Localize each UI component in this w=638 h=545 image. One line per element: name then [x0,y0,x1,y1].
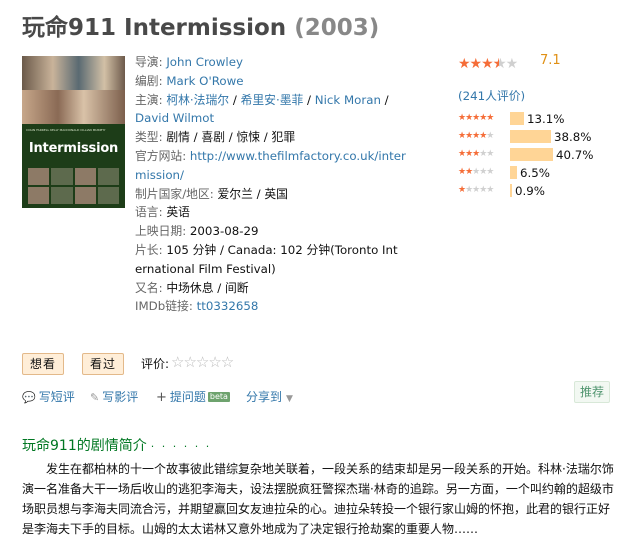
rate-label: 评价: [141,357,170,371]
writer-link[interactable]: Mark O'Rowe [166,74,243,88]
short-review-link[interactable]: 💬 写短评 [22,388,75,405]
director-link[interactable]: John Crowley [166,55,243,69]
info-writer: 编剧: Mark O'Rowe [135,72,435,91]
distribution-bar [510,166,517,179]
rating-panel: ★★★★★★ 7.1 (241人评价) ★★★★★ 13.1% ★★★★★ 38.8%… [458,53,618,198]
genre-label: 类型: [135,130,163,145]
language-label: 语言: [135,205,163,220]
website-label: 官方网站: [135,148,187,163]
page-title: 玩命911 Intermission (2003) [22,8,379,42]
imdb-label: IMDb链接: [135,299,193,314]
cast-link[interactable]: 柯林·法瑞尔 [166,93,229,107]
distribution-row: ★★★★★ 38.8% [458,129,628,144]
website-link[interactable]: http://www.thefilmfactory.co.uk/inter [190,149,406,163]
rating-stars-icon: ★★★★★★ [458,56,518,72]
votes-link[interactable]: (241人评价) [458,87,525,104]
language-value: 英语 [166,205,190,220]
runtime-value-cont: ernational Film Festival) [135,261,276,276]
plus-icon: + [156,390,167,405]
seen-button[interactable]: 看过 [82,353,125,375]
info-imdb: IMDb链接: tt0332658 [135,297,435,316]
distribution-row: ★★★★★ 0.9% [458,183,628,198]
distribution-percent: 13.1% [527,112,565,126]
pencil-icon: ✎ [90,391,100,404]
info-language: 语言: 英语 [135,203,435,222]
recommend-button[interactable]: 推荐 [574,381,611,403]
writer-label: 编剧: [135,73,163,88]
runtime-value: 105 分钟 / Canada: 102 分钟(Toronto Int [166,242,398,257]
movie-year: (2003) [294,15,380,41]
info-cast: 主演: 柯林·法瑞尔 / 希里安·墨菲 / Nick Moran / [135,92,389,107]
website-link-cont[interactable]: mission/ [135,168,184,182]
heading-dots: · · · · · · [150,440,212,453]
cast-link[interactable]: Nick Moran [315,93,381,107]
rate-stars-input[interactable]: ☆☆☆☆☆ [171,353,234,371]
poster-title: Intermission [28,141,119,156]
genre-value: 剧情 / 喜剧 / 惊悚 / 犯罪 [166,130,296,145]
movie-info: 导演: John Crowley 编剧: Mark O'Rowe 主演: 柯林·… [135,53,435,316]
poster-cast-line: COLIN FARRELL KELLY MACDONALD CILLIAN MU… [26,128,106,132]
distribution-bar [510,130,551,143]
beta-badge: beta [207,392,230,402]
distribution-stars-icon: ★★★★★ [458,113,494,123]
movie-name: 玩命911 Intermission [22,15,287,41]
comment-icon: 💬 [22,391,36,404]
distribution-stars-icon: ★★★★★ [458,131,494,141]
distribution-percent: 40.7% [556,148,594,162]
country-value: 爱尔兰 / 英国 [217,186,288,201]
distribution-row: ★★★★★ 6.5% [458,165,628,180]
distribution-stars-icon: ★★★★★ [458,149,494,159]
movie-poster[interactable]: COLIN FARRELL KELLY MACDONALD CILLIAN MU… [22,56,125,208]
wish-button[interactable]: 想看 [22,353,65,375]
distribution-stars-icon: ★★★★★ [458,185,494,195]
chevron-down-icon: ▼ [286,394,293,404]
director-label: 导演: [135,55,163,69]
distribution-percent: 6.5% [520,166,550,180]
info-cast-cont: David Wilmot [135,109,435,128]
summary-heading: 玩命911的剧情简介 · · · · · · [22,438,212,454]
info-country: 制片国家/地区: 爱尔兰 / 英国 [135,185,435,204]
rating-score: 7.1 [540,53,561,68]
summary-text: 发生在都柏林的十一个故事彼此错综复杂地关联着，一段关系的结束却是另一段关系的开始… [22,462,614,536]
distribution-bar [510,184,512,197]
country-label: 制片国家/地区: [135,186,214,201]
poster-photo-bottom [22,90,125,124]
share-link[interactable]: 分享到 ▼ [246,388,293,405]
distribution-bar [510,112,524,125]
info-director: 导演: John Crowley [135,53,435,72]
runtime-label: 片长: [135,242,163,257]
info-genre: 类型: 剧情 / 喜剧 / 惊悚 / 犯罪 [135,128,435,147]
cast-link[interactable]: David Wilmot [135,111,214,125]
imdb-link[interactable]: tt0332658 [197,299,259,313]
info-runtime: 片长: 105 分钟 / Canada: 102 分钟(Toronto Int [135,241,435,260]
review-link[interactable]: ✎ 写影评 [90,388,138,405]
cast-link[interactable]: 希里安·墨菲 [241,93,304,107]
release-value: 2003-08-29 [189,224,259,239]
distribution-row: ★★★★★ 40.7% [458,147,628,162]
release-label: 上映日期: [135,224,187,239]
poster-photo-top [22,56,125,90]
aka-value: 中场休息 / 间断 [166,280,249,295]
info-website: 官方网站: http://www.thefilmfactory.co.uk/in… [135,147,435,166]
distribution-row: ★★★★★ 13.1% [458,111,628,126]
aka-label: 又名: [135,280,163,295]
distribution-percent: 38.8% [554,130,592,144]
distribution-percent: 0.9% [515,184,545,198]
info-release: 上映日期: 2003-08-29 [135,222,435,241]
distribution-bar [510,148,553,161]
question-link[interactable]: + 提问题 beta [156,388,230,405]
cast-label: 主演: [135,92,163,107]
info-aka: 又名: 中场休息 / 间断 [135,279,435,298]
poster-thumbnails [28,168,119,204]
distribution-stars-icon: ★★★★★ [458,167,494,177]
